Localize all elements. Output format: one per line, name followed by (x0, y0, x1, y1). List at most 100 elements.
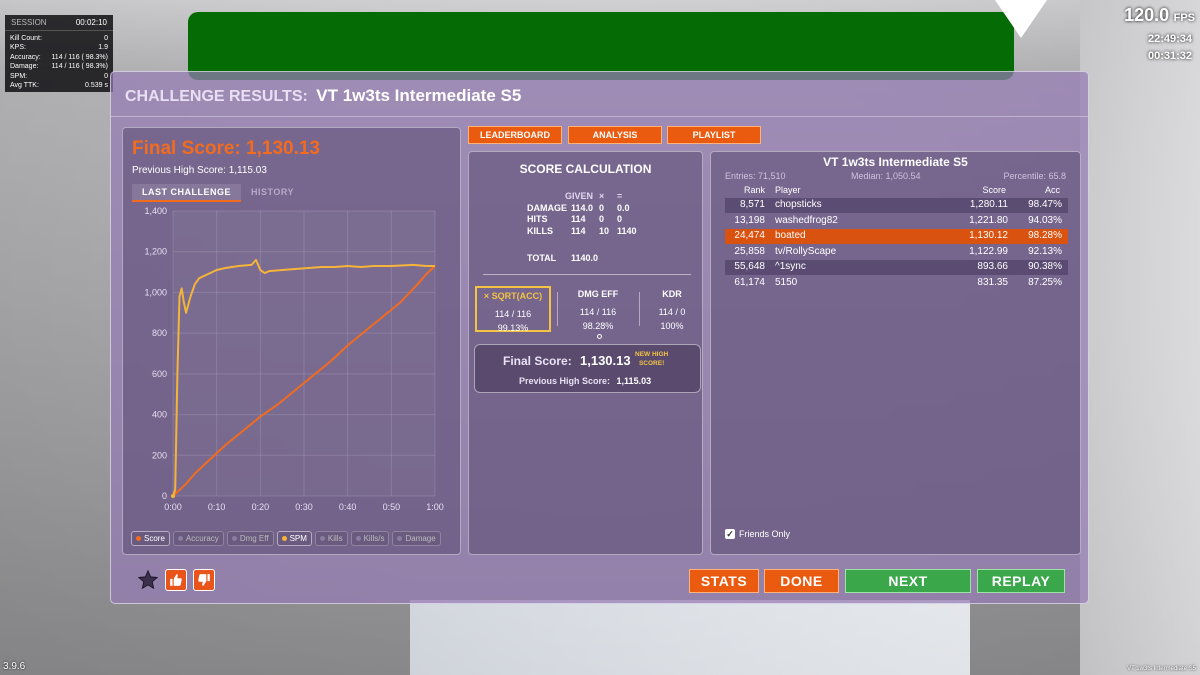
new-high-score-badge: NEW HIGH SCORE! (635, 350, 668, 368)
metric-value: 99.13% (497, 323, 529, 333)
metric-name: × SQRT(ACC) (483, 291, 543, 301)
replay-button[interactable]: REPLAY (977, 569, 1065, 593)
score-calculation-card: SCORE CALCULATION GIVEN × = DAMAGE 114.0… (468, 151, 703, 555)
stat-label: KPS: (10, 44, 26, 52)
session-stats-panel: SESSION 00:02:10 Kill Count: 0 KPS: 1.9 Ac… (5, 15, 113, 92)
tab-history[interactable]: HISTORY (241, 184, 304, 202)
thumbs-down-icon[interactable] (193, 569, 215, 591)
calc-cell: 0 (617, 214, 623, 224)
acc-cell: 98.47% (1028, 199, 1062, 210)
legend-toggle-spm[interactable]: SPM (276, 531, 312, 546)
session-stat-row: Damage: 114 / 116 ( 98.3%) (5, 62, 113, 71)
legend-toggle-accuracy[interactable]: Accuracy (172, 531, 224, 546)
x-tick-label: 0:00 (164, 502, 182, 512)
metric-value: 98.28% (582, 321, 614, 331)
analysis-button[interactable]: ANALYSIS (568, 126, 662, 144)
legend-dot-icon (397, 536, 403, 541)
y-tick-label: 1,200 (144, 247, 167, 257)
stats-button[interactable]: STATS (689, 569, 759, 593)
score-cell: 1,221.80 (969, 214, 1008, 226)
stat-value: 114 / 116 ( 98.3%) (51, 53, 108, 61)
legend-toggle-score[interactable]: Score (131, 531, 170, 546)
calc-total-value: 1140.0 (571, 253, 599, 263)
next-button[interactable]: NEXT (845, 569, 971, 593)
metric-sqrt-acc: × SQRT(ACC) 114 / 116 99.13% (475, 286, 551, 335)
leaderboard-row[interactable]: 8,571 chopsticks 1,280.11 98.47% (725, 198, 1068, 213)
legend-toggle-dmg-eff[interactable]: Dmg Eff (226, 531, 274, 546)
previous-high-label: Previous High Score: (519, 376, 611, 386)
player-cell: chopsticks (775, 199, 822, 210)
acc-cell: 98.28% (1028, 230, 1062, 242)
friends-only-toggle[interactable]: ✓ Friends Only (725, 529, 790, 539)
calc-row: HITS 114 0 0 (527, 214, 647, 226)
title-prefix: CHALLENGE RESULTS: (125, 88, 308, 105)
legend-toggle-damage[interactable]: Damage (392, 531, 441, 546)
leaderboard-row[interactable]: 61,174 5150 831.35 87.25% (725, 276, 1068, 291)
metric-ratio: 114 / 0 (658, 307, 686, 317)
legend-dot-icon (177, 536, 183, 541)
checkbox-checked-icon[interactable]: ✓ (725, 529, 735, 539)
stat-label: Accuracy: (10, 53, 41, 61)
metric-values: 114 / 116 99.13% (477, 307, 549, 335)
calc-row: DAMAGE 114.0 0 0.0 (527, 203, 647, 215)
session-stat-row: SPM: 0 (5, 72, 113, 81)
y-tick-label: 800 (152, 328, 167, 338)
previous-high-score: Previous High Score: 1,115.03 (132, 165, 267, 176)
legend-toggle-kills[interactable]: Kills (314, 531, 348, 546)
calc-cell: 10 (599, 225, 610, 236)
calc-cell: 1140 (617, 225, 637, 236)
playlist-button[interactable]: PLAYLIST (667, 126, 761, 144)
leaderboard-button[interactable]: LEADERBOARD (468, 126, 562, 144)
favorite-star-icon[interactable] (137, 569, 159, 591)
metric-ratio: 114 / 116 (579, 307, 617, 317)
legend-dot-icon (319, 536, 325, 541)
previous-high-value: 1,115.03 (616, 376, 652, 386)
tab-last-challenge[interactable]: LAST CHALLENGE (132, 184, 241, 202)
acc-cell: 90.38% (1028, 261, 1062, 273)
score-cell: 831.35 (977, 277, 1008, 288)
chart-legend: Score Accuracy Dmg Eff SPM Kills Kills/s Damag… (131, 531, 441, 546)
stat-label: SPM: (10, 72, 28, 80)
thumbs-up-icon[interactable] (165, 569, 187, 591)
leaderboard-median: Median: 1,050.54 (851, 171, 921, 181)
leaderboard-percentile: Percentile: 65.8 (1003, 171, 1066, 181)
session-stat-row: KPS: 1.9 (5, 43, 113, 52)
score-cell: 893.66 (977, 261, 1008, 273)
results-chart-card: Final Score: 1,130.13 Previous High Scor… (122, 127, 461, 555)
metric-dmg-eff: DMG EFF 114 / 116 98.28% (560, 286, 636, 332)
legend-label: SPM (289, 534, 307, 543)
done-button[interactable]: DONE (764, 569, 839, 593)
calc-divider (483, 274, 691, 275)
x-tick-label: 0:20 (252, 502, 270, 512)
score-calculation-title: SCORE CALCULATION (519, 162, 652, 176)
rank-cell: 24,474 (734, 230, 765, 242)
calc-cell: HITS (527, 214, 548, 224)
leaderboard-row[interactable]: 13,198 washedfrog82 1,221.80 94.03% (725, 214, 1068, 229)
metric-values: 114 / 0 100% (634, 305, 710, 333)
leaderboard-row[interactable]: 24,474 boated 1,130.12 98.28% (725, 229, 1068, 245)
y-tick-label: 0 (162, 491, 167, 501)
metric-values: 114 / 116 98.28% (560, 305, 636, 333)
leaderboard-row[interactable]: 55,648 ^1sync 893.66 90.38% (725, 260, 1068, 276)
title-divider (111, 116, 1088, 117)
rank-cell: 55,648 (734, 261, 765, 273)
leaderboard-row[interactable]: 25,858 tv/RollyScape 1,122.99 92.13% (725, 245, 1068, 260)
x-tick-label: 0:40 (339, 502, 357, 512)
score-cell: 1,280.11 (969, 199, 1008, 210)
stat-value: 0 (104, 35, 108, 42)
version-label: 3.9.6 (3, 661, 26, 672)
player-cell: 5150 (775, 277, 798, 288)
y-tick-label: 600 (152, 369, 167, 379)
legend-dot-icon (281, 536, 287, 541)
calc-head-cell: GIVEN (565, 191, 594, 201)
metric-kdr: KDR 114 / 0 100% (634, 286, 710, 332)
legend-toggle-kills-s[interactable]: Kills/s (350, 531, 390, 546)
score-cell: 1,122.99 (969, 245, 1008, 257)
acc-cell: 87.25% (1028, 277, 1062, 288)
session-label: SESSION (11, 18, 47, 27)
stat-value: 114 / 116 ( 98.3%) (51, 63, 108, 71)
final-score-value: 1,130.13 (580, 353, 631, 368)
clock-elapsed: 00:31:32 (1147, 50, 1192, 62)
column-header-acc: Acc (1044, 185, 1060, 195)
calc-total-row: TOTAL 1140.0 (527, 253, 598, 263)
